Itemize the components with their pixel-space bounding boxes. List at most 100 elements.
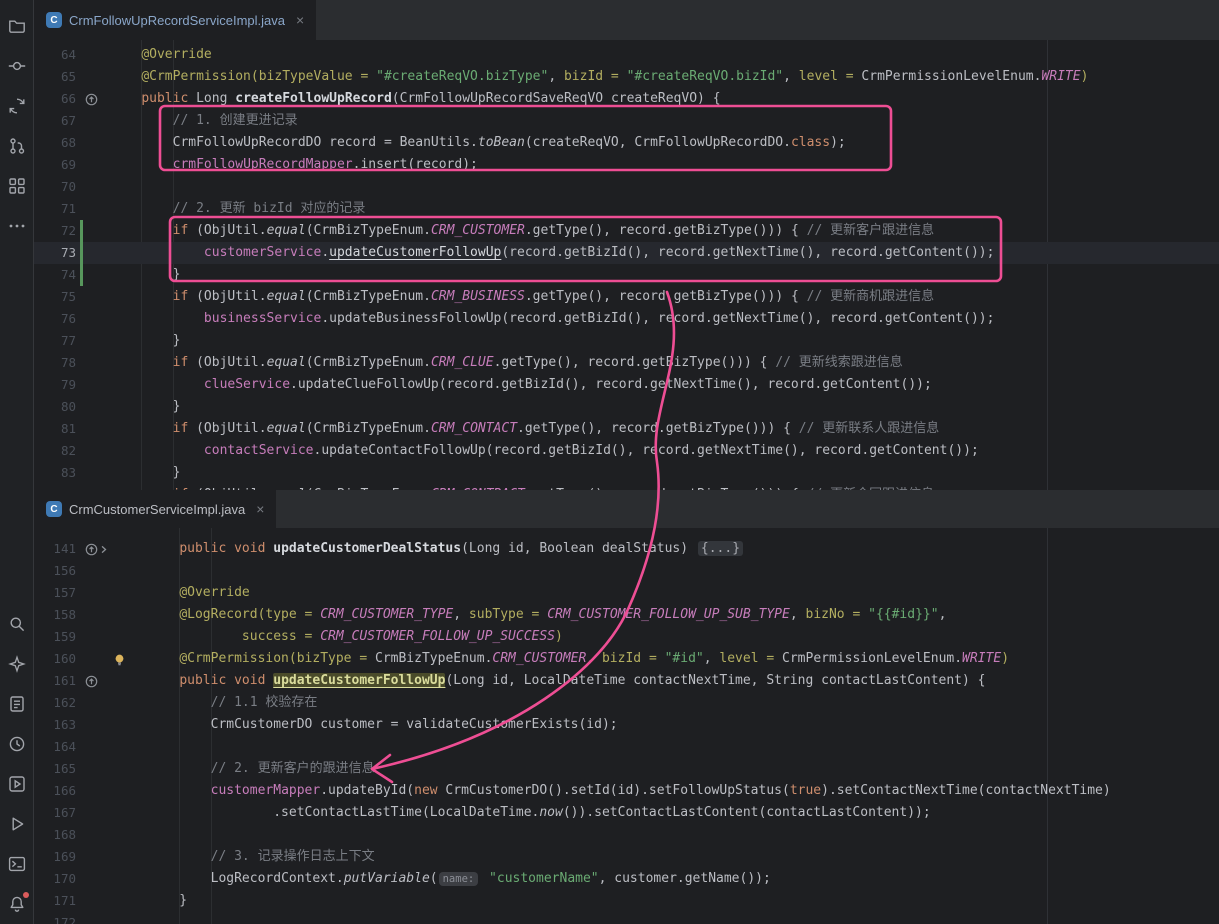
code-text[interactable]: // 1. 创建更进记录 xyxy=(110,110,298,132)
code-line[interactable]: 164 xyxy=(34,736,1219,758)
gutter[interactable]: 158 xyxy=(34,604,148,626)
search-icon[interactable] xyxy=(0,604,33,644)
commit-icon[interactable] xyxy=(0,46,33,86)
gutter[interactable]: 80 xyxy=(34,396,110,418)
gutter[interactable]: 168 xyxy=(34,824,148,846)
todo-icon[interactable] xyxy=(0,684,33,724)
gutter[interactable]: 66 xyxy=(34,88,110,110)
code-line[interactable]: 65 @CrmPermission(bizTypeValue = "#creat… xyxy=(34,66,1219,88)
code-text[interactable]: if (ObjUtil.equal(CrmBizTypeEnum.CRM_CUS… xyxy=(110,220,934,242)
tab-crm-customer-service-impl[interactable]: C CrmCustomerServiceImpl.java × xyxy=(34,490,276,528)
gutter[interactable]: 70 xyxy=(34,176,110,198)
line-number[interactable]: 160 xyxy=(34,648,76,670)
editor-bottom[interactable]: 141 public void updateCustomerDealStatus… xyxy=(34,528,1219,924)
code-line[interactable]: 73 customerService.updateCustomerFollowU… xyxy=(34,242,1219,264)
code-text[interactable]: public Long createFollowUpRecord(CrmFoll… xyxy=(110,88,721,110)
code-line[interactable]: 71 // 2. 更新 bizId 对应的记录 xyxy=(34,198,1219,220)
code-text[interactable]: customerService.updateCustomerFollowUp(r… xyxy=(110,242,994,264)
tab-close-icon[interactable]: × xyxy=(296,13,304,27)
line-number[interactable]: 79 xyxy=(34,374,76,396)
line-number[interactable]: 158 xyxy=(34,604,76,626)
code-line[interactable]: 168 xyxy=(34,824,1219,846)
code-line[interactable]: 67 // 1. 创建更进记录 xyxy=(34,110,1219,132)
line-number[interactable]: 165 xyxy=(34,758,76,780)
line-number[interactable]: 74 xyxy=(34,264,76,286)
code-text[interactable]: public void updateCustomerDealStatus(Lon… xyxy=(148,538,743,560)
line-number[interactable]: 81 xyxy=(34,418,76,440)
line-number[interactable]: 163 xyxy=(34,714,76,736)
line-number[interactable]: 68 xyxy=(34,132,76,154)
code-text[interactable]: if (ObjUtil.equal(CrmBizTypeEnum.CRM_CON… xyxy=(110,418,939,440)
gutter[interactable]: 74 xyxy=(34,264,110,286)
gutter[interactable]: 64 xyxy=(34,44,110,66)
code-line[interactable]: 64 @Override xyxy=(34,44,1219,66)
code-line[interactable]: 158 @LogRecord(type = CRM_CUSTOMER_TYPE,… xyxy=(34,604,1219,626)
gutter[interactable]: 161 xyxy=(34,670,148,692)
code-line[interactable]: 141 public void updateCustomerDealStatus… xyxy=(34,538,1219,560)
gutter[interactable]: 75 xyxy=(34,286,110,308)
gutter[interactable]: 76 xyxy=(34,308,110,330)
pull-requests-icon[interactable] xyxy=(0,126,33,166)
line-number[interactable]: 77 xyxy=(34,330,76,352)
code-line[interactable]: 69 crmFollowUpRecordMapper.insert(record… xyxy=(34,154,1219,176)
gutter[interactable]: 159 xyxy=(34,626,148,648)
code-line[interactable]: 77 } xyxy=(34,330,1219,352)
code-text[interactable]: } xyxy=(110,396,180,418)
gutter[interactable]: 71 xyxy=(34,198,110,220)
fold-chevron-icon[interactable] xyxy=(98,544,109,555)
override-method-icon[interactable] xyxy=(85,543,98,556)
code-text[interactable]: // 2. 更新客户的跟进信息 xyxy=(148,758,375,780)
vcs-update-icon[interactable] xyxy=(0,86,33,126)
intention-bulb-icon[interactable] xyxy=(113,653,126,666)
code-line[interactable]: 70 xyxy=(34,176,1219,198)
code-text[interactable]: .setContactLastTime(LocalDateTime.now())… xyxy=(148,802,931,824)
line-number[interactable]: 67 xyxy=(34,110,76,132)
override-method-icon[interactable] xyxy=(85,93,98,106)
code-text[interactable]: CrmFollowUpRecordDO record = BeanUtils.t… xyxy=(110,132,846,154)
code-text[interactable]: LogRecordContext.putVariable(name: "cust… xyxy=(148,868,771,890)
code-line[interactable]: 166 customerMapper.updateById(new CrmCus… xyxy=(34,780,1219,802)
gutter[interactable]: 167 xyxy=(34,802,148,824)
code-text[interactable]: @Override xyxy=(148,582,250,604)
gutter[interactable]: 78 xyxy=(34,352,110,374)
line-number[interactable]: 171 xyxy=(34,890,76,912)
run-icon[interactable] xyxy=(0,804,33,844)
gutter[interactable]: 69 xyxy=(34,154,110,176)
line-number[interactable]: 159 xyxy=(34,626,76,648)
gutter[interactable]: 68 xyxy=(34,132,110,154)
code-text[interactable]: customerMapper.updateById(new CrmCustome… xyxy=(148,780,1111,802)
code-line[interactable]: 159 success = CRM_CUSTOMER_FOLLOW_UP_SUC… xyxy=(34,626,1219,648)
gutter[interactable]: 170 xyxy=(34,868,148,890)
line-number[interactable]: 170 xyxy=(34,868,76,890)
code-line[interactable]: 68 CrmFollowUpRecordDO record = BeanUtil… xyxy=(34,132,1219,154)
code-text[interactable]: } xyxy=(110,462,180,484)
gutter[interactable]: 83 xyxy=(34,462,110,484)
code-line[interactable]: 79 clueService.updateClueFollowUp(record… xyxy=(34,374,1219,396)
editor-top[interactable]: 64 @Override65 @CrmPermission(bizTypeVal… xyxy=(34,40,1219,490)
terminal-icon[interactable] xyxy=(0,844,33,884)
line-number[interactable]: 72 xyxy=(34,220,76,242)
gutter[interactable]: 171 xyxy=(34,890,148,912)
line-number[interactable]: 172 xyxy=(34,912,76,924)
code-line[interactable]: 160 @CrmPermission(bizType = CrmBizTypeE… xyxy=(34,648,1219,670)
code-line[interactable]: 163 CrmCustomerDO customer = validateCus… xyxy=(34,714,1219,736)
gutter[interactable]: 169 xyxy=(34,846,148,868)
code-text[interactable]: if (ObjUtil.equal(CrmBizTypeEnum.CRM_CON… xyxy=(110,484,934,490)
code-text[interactable]: } xyxy=(148,890,187,912)
code-text[interactable]: contactService.updateContactFollowUp(rec… xyxy=(110,440,979,462)
code-line[interactable]: 156 xyxy=(34,560,1219,582)
gutter[interactable]: 156 xyxy=(34,560,148,582)
services-icon[interactable] xyxy=(0,764,33,804)
code-text[interactable]: // 3. 记录操作日志上下文 xyxy=(148,846,375,868)
code-line[interactable]: 165 // 2. 更新客户的跟进信息 xyxy=(34,758,1219,780)
gutter[interactable]: 79 xyxy=(34,374,110,396)
code-text[interactable]: @LogRecord(type = CRM_CUSTOMER_TYPE, sub… xyxy=(148,604,946,626)
gutter[interactable]: 163 xyxy=(34,714,148,736)
line-number[interactable]: 71 xyxy=(34,198,76,220)
code-line[interactable]: 169 // 3. 记录操作日志上下文 xyxy=(34,846,1219,868)
line-number[interactable]: 70 xyxy=(34,176,76,198)
code-text[interactable]: businessService.updateBusinessFollowUp(r… xyxy=(110,308,994,330)
line-number[interactable]: 73 xyxy=(34,242,76,264)
code-text[interactable]: } xyxy=(110,264,180,286)
line-number[interactable]: 164 xyxy=(34,736,76,758)
